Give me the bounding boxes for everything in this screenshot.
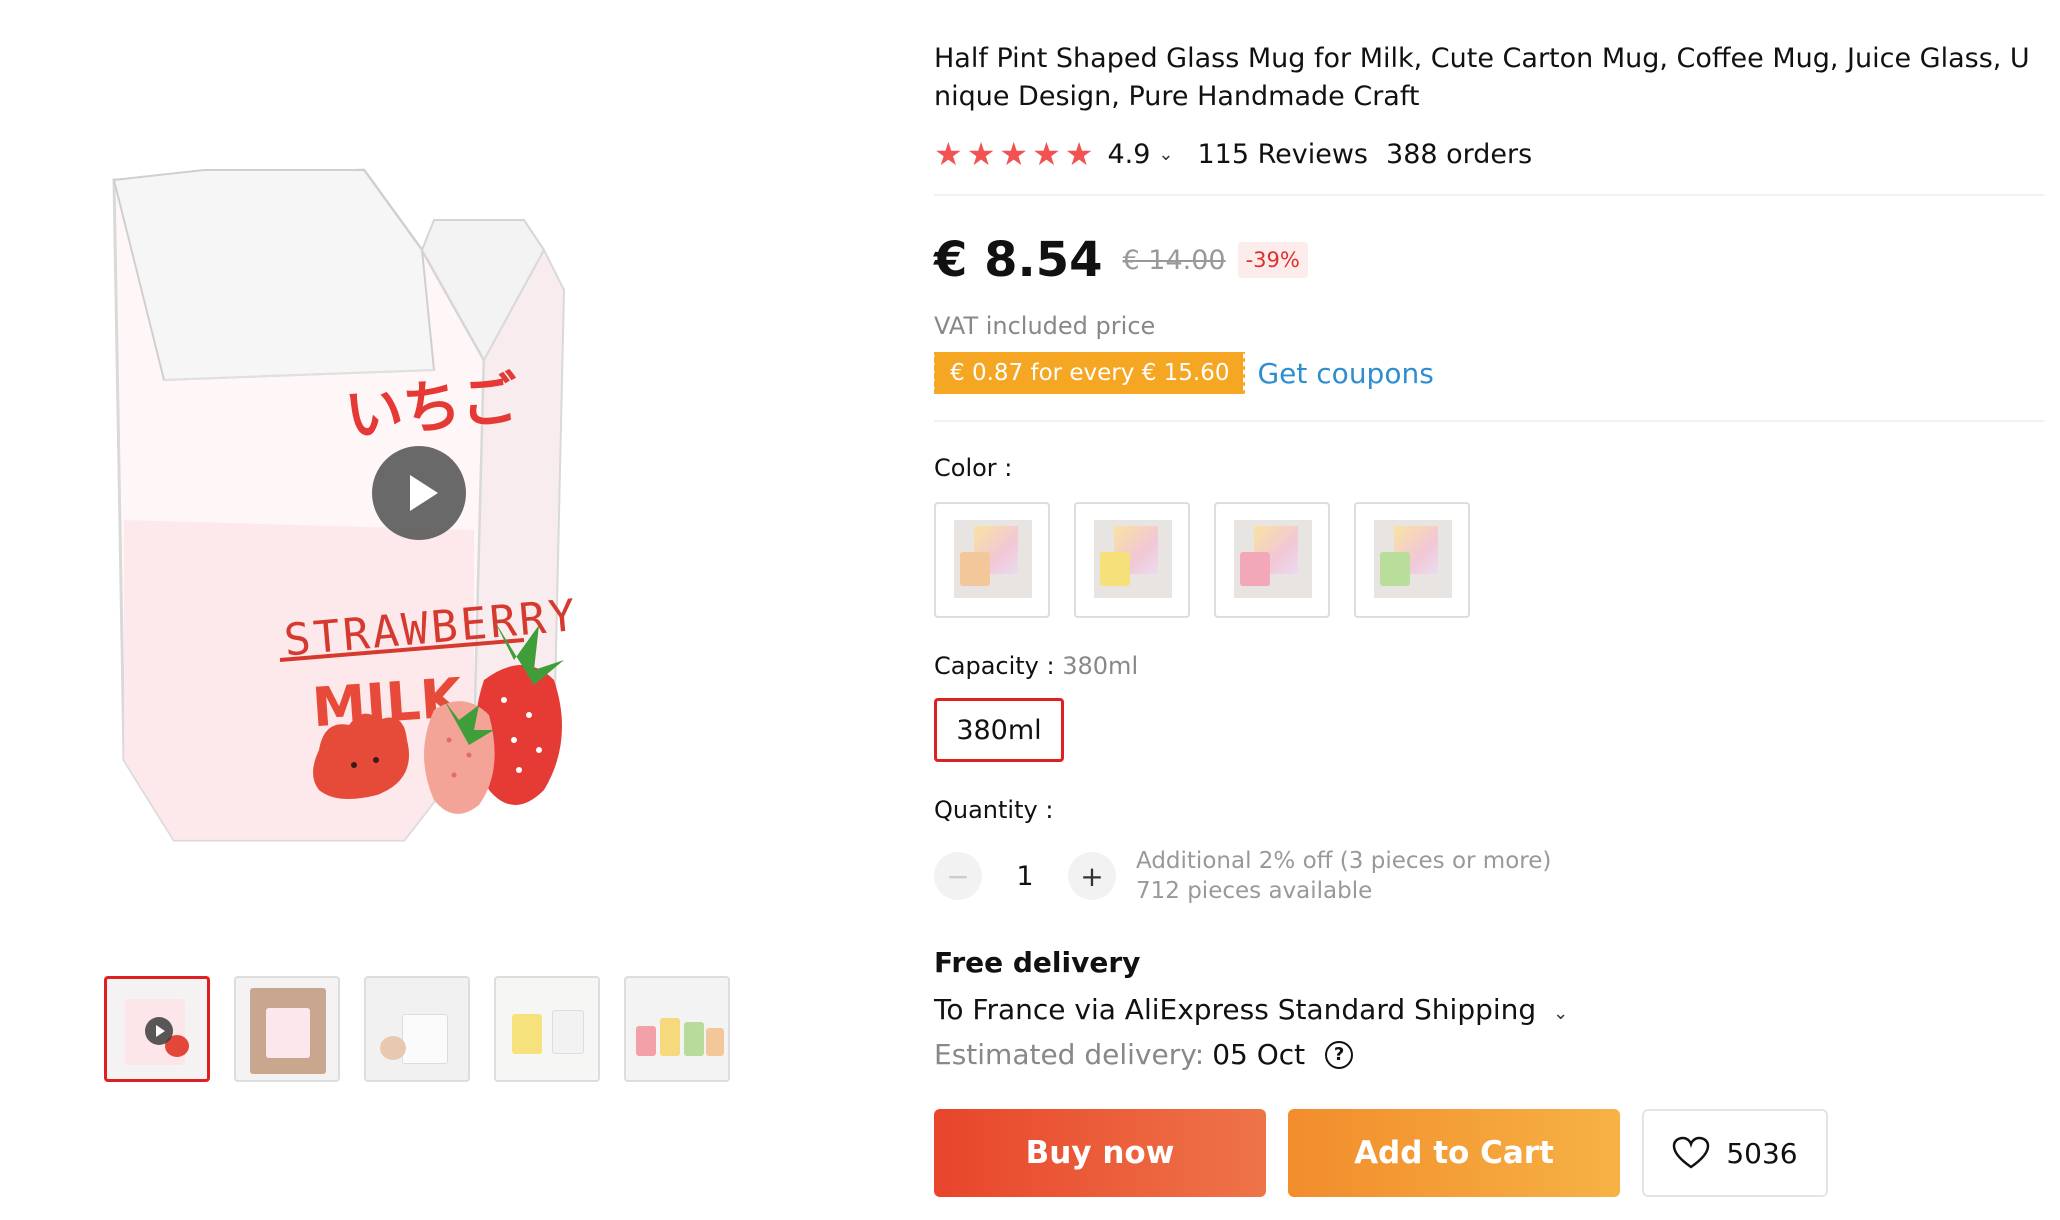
bulk-discount-note: Additional 2% off (3 pieces or more) [1136, 848, 1552, 874]
current-price: € 8.54 [934, 232, 1103, 288]
shipping-selector[interactable]: To France via AliExpress Standard Shippi… [934, 993, 2044, 1026]
coupon-row: € 0.87 for every € 15.60 Get coupons [931, 352, 2044, 394]
estimated-delivery-date: 05 Oct [1212, 1038, 1306, 1071]
add-to-cart-button[interactable]: Add to Cart [1288, 1109, 1620, 1197]
wishlist-count: 5036 [1726, 1136, 1798, 1170]
quantity-increase-button[interactable]: + [1068, 852, 1116, 900]
wishlist-button[interactable]: 5036 [1642, 1109, 1828, 1197]
coupon-badge[interactable]: € 0.87 for every € 15.60 [931, 352, 1248, 394]
color-option-4[interactable] [1354, 502, 1470, 618]
shipping-route: To France via AliExpress Standard Shippi… [934, 993, 1537, 1026]
product-title: Half Pint Shaped Glass Mug for Milk, Cut… [934, 43, 2030, 112]
estimated-delivery-label: Estimated delivery: [934, 1038, 1205, 1071]
reviews-link[interactable]: 115 Reviews [1197, 139, 1368, 170]
play-icon [145, 1017, 173, 1045]
capacity-option-380ml[interactable]: 380ml [934, 698, 1064, 762]
stock-available: 712 pieces available [1136, 878, 1373, 904]
quantity-label: Quantity : [934, 796, 1054, 824]
help-icon[interactable]: ? [1325, 1040, 1354, 1069]
delivery-title: Free delivery [934, 946, 1141, 979]
star-icon: ★ [999, 135, 1029, 173]
thumbnail-strip [104, 976, 730, 1082]
quantity-stepper: − 1 + Additional 2% off (3 pieces or mor… [934, 846, 2044, 906]
play-video-button[interactable] [372, 446, 466, 540]
color-label: Color : [934, 454, 1013, 482]
color-swatches [934, 502, 2044, 618]
star-icon: ★ [934, 135, 963, 173]
rating-row: ★ ★ ★ ★ ★ 4.9 ⌄ 115 Reviews 388 orders [934, 138, 2044, 170]
capacity-selected: 380ml [1062, 652, 1139, 680]
divider [934, 420, 2044, 422]
product-info: Half Pint Shaped Glass Mug for Milk, Cut… [931, 40, 2044, 1197]
star-rating: ★ ★ ★ ★ ★ [934, 138, 1093, 170]
quantity-notes: Additional 2% off (3 pieces or more) 712… [1136, 846, 1551, 906]
get-coupons-link[interactable]: Get coupons [1257, 357, 1433, 390]
orders-count: 388 orders [1386, 138, 1533, 170]
price-row: € 8.54 € 14.00 -39% [934, 232, 2044, 288]
buy-now-button[interactable]: Buy now [934, 1109, 1266, 1197]
quantity-value[interactable]: 1 [982, 861, 1068, 892]
color-option-2[interactable] [1074, 502, 1190, 618]
main-product-image[interactable]: いちご STRAWBERRY MILK [104, 140, 734, 910]
heart-icon [1673, 1136, 1710, 1169]
chevron-down-icon[interactable]: ⌄ [1158, 144, 1173, 165]
divider [934, 194, 2044, 196]
thumbnail-5[interactable] [624, 976, 730, 1082]
chevron-down-icon: ⌄ [1553, 1003, 1569, 1024]
capacity-label: Capacity : [934, 652, 1055, 680]
capacity-label-row: Capacity : 380ml [934, 652, 2044, 680]
thumbnail-video[interactable] [104, 976, 210, 1082]
thumbnail-3[interactable] [364, 976, 470, 1082]
rating-value[interactable]: 4.9 [1107, 139, 1150, 170]
purchase-actions: Buy now Add to Cart 5036 [934, 1109, 2044, 1197]
vat-note: VAT included price [934, 312, 1156, 340]
original-price: € 14.00 [1122, 244, 1226, 276]
color-option-1[interactable] [934, 502, 1050, 618]
star-icon: ★ [966, 135, 996, 173]
star-icon: ★ [1032, 135, 1061, 173]
star-icon: ★ [1064, 135, 1094, 173]
color-option-3[interactable] [1214, 502, 1330, 618]
product-gallery: いちご STRAWBERRY MILK [104, 140, 734, 1082]
quantity-decrease-button[interactable]: − [934, 852, 982, 900]
discount-badge: -39% [1237, 242, 1308, 278]
estimated-delivery: Estimated delivery: 05 Oct ? [934, 1038, 2044, 1071]
thumbnail-2[interactable] [234, 976, 340, 1082]
thumbnail-4[interactable] [494, 976, 600, 1082]
